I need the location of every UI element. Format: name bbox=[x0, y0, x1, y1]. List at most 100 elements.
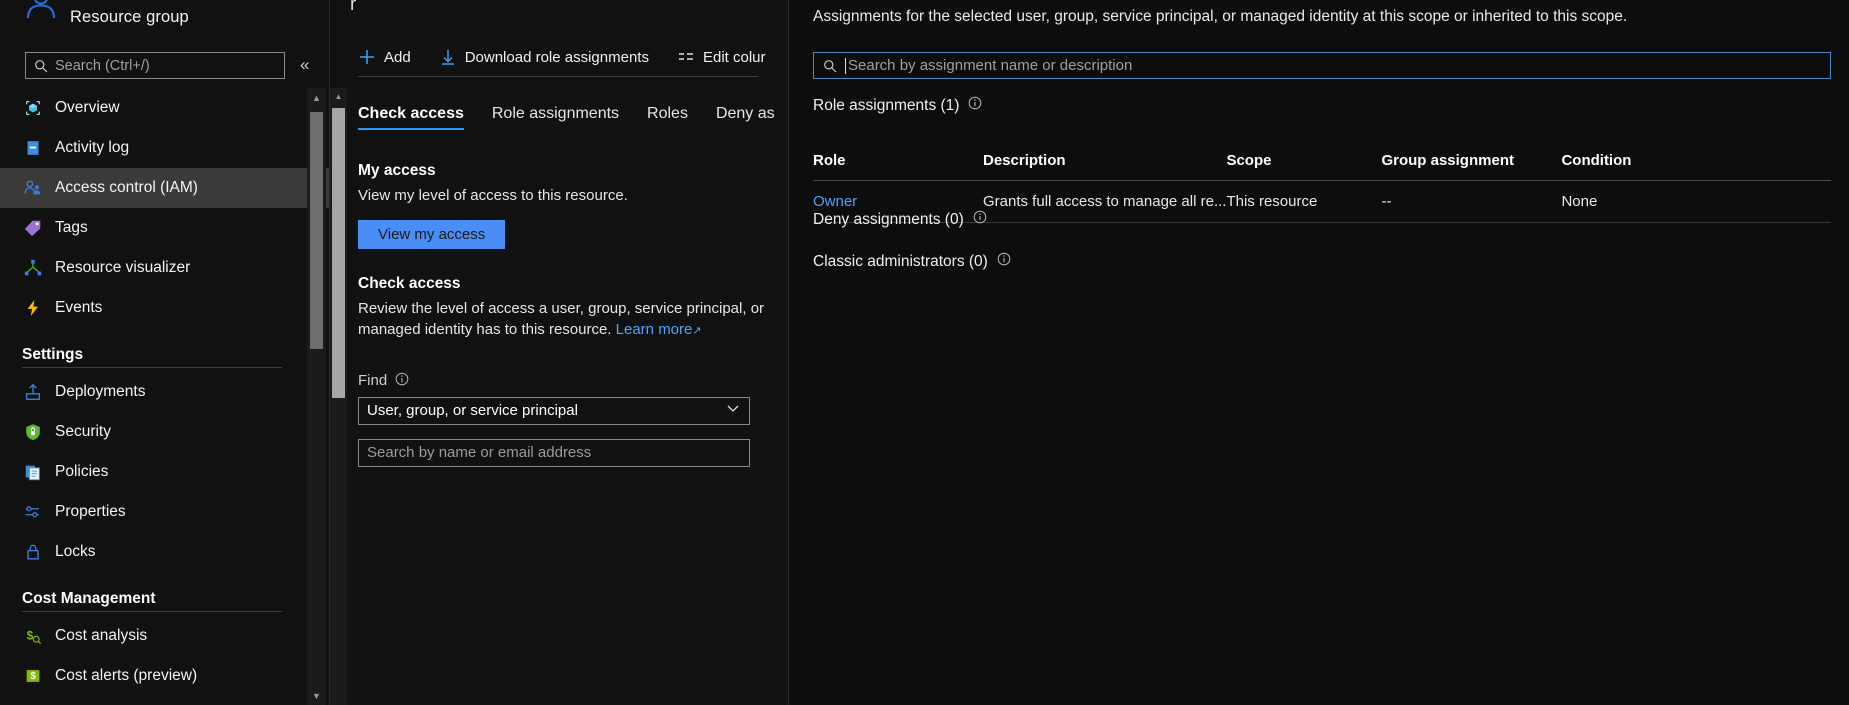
check-access-text-line2: managed identity has to this resource. bbox=[358, 320, 612, 338]
sidebar-item-label: Resource visualizer bbox=[55, 259, 191, 276]
info-icon[interactable] bbox=[973, 210, 987, 229]
my-access-title: My access bbox=[358, 162, 436, 179]
edit-columns-button[interactable]: Edit colur bbox=[677, 48, 766, 66]
sidebar-item-locks[interactable]: Locks bbox=[0, 532, 330, 572]
sidebar-item-cost-alerts-preview[interactable]: $ Cost alerts (preview) bbox=[0, 656, 330, 696]
cost-alerts-icon: $ bbox=[22, 665, 44, 687]
sidebar-item-deployments[interactable]: Deployments bbox=[0, 372, 330, 412]
sidebar-item-security[interactable]: Security bbox=[0, 412, 330, 452]
svg-text:$: $ bbox=[27, 629, 34, 643]
resource-type-label: Resource group bbox=[70, 8, 189, 26]
chevron-double-left-icon[interactable]: « bbox=[300, 56, 309, 73]
activity-log-icon bbox=[22, 137, 44, 159]
sidebar-scrollbar[interactable]: ▲ ▼ bbox=[307, 88, 326, 705]
info-icon[interactable] bbox=[968, 96, 982, 115]
learn-more-link[interactable]: Learn more bbox=[616, 321, 693, 338]
cell-group-assignment: -- bbox=[1381, 180, 1562, 223]
column-header-group-assignment[interactable]: Group assignment bbox=[1381, 152, 1562, 181]
sidebar-item-label: Tags bbox=[55, 219, 88, 236]
column-header-role[interactable]: Role bbox=[813, 152, 983, 181]
sidebar-item-tags[interactable]: Tags bbox=[0, 208, 330, 248]
deny-assignments-heading: Deny assignments (0) bbox=[813, 210, 964, 228]
assignment-search-placeholder: Search by assignment name or description bbox=[848, 57, 1133, 74]
tab-check-access[interactable]: Check access bbox=[358, 105, 464, 130]
sidebar-nav: Overview Activity log Access control (IAM)… bbox=[0, 88, 330, 705]
find-type-dropdown[interactable]: User, group, or service principal bbox=[358, 396, 750, 425]
sidebar-item-label: Deployments bbox=[55, 383, 146, 400]
sidebar-search-placeholder: Search (Ctrl+/) bbox=[55, 57, 150, 74]
command-toolbar: Add Download role assignments Edit colur bbox=[330, 42, 766, 72]
tab-deny-as[interactable]: Deny as bbox=[716, 105, 775, 130]
sidebar-item-label: Cost analysis bbox=[55, 627, 148, 644]
column-header-scope[interactable]: Scope bbox=[1226, 152, 1382, 181]
sidebar-item-overview[interactable]: Overview bbox=[0, 88, 330, 128]
sidebar-group-divider bbox=[22, 367, 282, 368]
role-assignments-heading: Role assignments (1) bbox=[813, 96, 960, 114]
tab-bar: Check access Role assignments Roles Deny as bbox=[330, 92, 775, 130]
assignment-search-input[interactable]: Search by assignment name or description bbox=[813, 52, 1831, 79]
overview-cube-icon bbox=[22, 97, 44, 119]
sidebar-group-divider bbox=[22, 611, 282, 612]
plus-icon bbox=[358, 48, 376, 66]
content-scroll-up-icon[interactable]: ▲ bbox=[330, 88, 347, 105]
add-button[interactable]: Add bbox=[358, 48, 411, 66]
properties-sliders-icon bbox=[22, 501, 44, 523]
sidebar-group-title: Cost Management bbox=[22, 590, 156, 607]
tab-label: Deny as bbox=[715, 105, 775, 122]
sidebar-item-events[interactable]: Events bbox=[0, 288, 330, 328]
cell-description: Grants full access to manage all re... bbox=[983, 180, 1227, 223]
cost-analysis-icon: $ bbox=[22, 625, 44, 647]
find-search-placeholder: Search by name or email address bbox=[367, 444, 592, 462]
check-access-title: Check access bbox=[358, 275, 461, 293]
edit-columns-icon bbox=[677, 48, 695, 66]
sidebar-item-resource-visualizer[interactable]: Resource visualizer bbox=[0, 248, 330, 288]
assignments-overlay-panel: Assignments for the selected user, group… bbox=[788, 0, 1849, 705]
sidebar-item-label: Activity log bbox=[55, 139, 130, 156]
tab-role-assignments[interactable]: Role assignments bbox=[492, 105, 619, 130]
cell-condition: None bbox=[1561, 180, 1831, 223]
sidebar-item-policies[interactable]: Policies bbox=[0, 452, 330, 492]
sidebar-scroll-thumb[interactable] bbox=[310, 112, 323, 349]
resource-group-icon bbox=[22, 0, 60, 26]
role-assignments-heading-row: Role assignments (1) bbox=[813, 96, 982, 115]
tab-roles[interactable]: Roles bbox=[647, 105, 688, 130]
info-icon[interactable] bbox=[395, 372, 409, 390]
tab-label: Check access bbox=[358, 105, 464, 122]
download-icon bbox=[439, 48, 457, 66]
breadcrumb-tail: r bbox=[350, 0, 357, 15]
sidebar-item-properties[interactable]: Properties bbox=[0, 492, 330, 532]
policies-documents-icon bbox=[22, 461, 44, 483]
azure-portal-screen: Resource group Search (Ctrl+/) « Overvie… bbox=[0, 0, 1849, 705]
my-access-text: View my level of access to this resource… bbox=[358, 187, 628, 204]
sidebar-item-label: Overview bbox=[55, 99, 120, 116]
deny-assignments-heading-row: Deny assignments (0) bbox=[813, 210, 987, 229]
external-link-icon: ↗ bbox=[692, 324, 702, 337]
sidebar-item-access-control-iam[interactable]: Access control (IAM) bbox=[0, 168, 330, 208]
overlay-description: Assignments for the selected user, group… bbox=[813, 8, 1628, 25]
find-search-input[interactable]: Search by name or email address bbox=[358, 438, 750, 467]
add-button-label: Add bbox=[384, 48, 411, 66]
check-access-text-line1: Review the level of access a user, group… bbox=[358, 300, 765, 318]
text-caret bbox=[845, 57, 846, 74]
info-icon[interactable] bbox=[997, 252, 1011, 271]
find-label-row: Find bbox=[358, 372, 788, 390]
download-role-assignments-label: Download role assignments bbox=[464, 48, 649, 66]
tab-label: Roles bbox=[647, 105, 688, 122]
sidebar-item-cost-analysis[interactable]: $ Cost analysis bbox=[0, 616, 330, 656]
scroll-up-arrow-icon[interactable]: ▲ bbox=[307, 88, 326, 107]
column-header-description[interactable]: Description bbox=[983, 152, 1227, 181]
sidebar-item-activity-log[interactable]: Activity log bbox=[0, 128, 330, 168]
download-role-assignments-button[interactable]: Download role assignments bbox=[439, 48, 649, 66]
view-my-access-button[interactable]: View my access bbox=[358, 220, 506, 250]
chevron-down-icon bbox=[725, 400, 741, 421]
tag-icon bbox=[22, 217, 44, 239]
sidebar-item-label: Policies bbox=[55, 463, 109, 480]
deployments-upload-icon bbox=[22, 381, 44, 403]
toolbar-divider bbox=[358, 76, 758, 77]
content-scroll-thumb[interactable] bbox=[332, 108, 345, 398]
sidebar-search-input[interactable]: Search (Ctrl+/) bbox=[25, 52, 285, 79]
content-scrollbar[interactable]: ▲ bbox=[330, 88, 347, 705]
column-header-condition[interactable]: Condition bbox=[1561, 152, 1831, 181]
scroll-down-arrow-icon[interactable]: ▼ bbox=[307, 686, 326, 705]
sidebar-item-label: Access control (IAM) bbox=[55, 179, 198, 196]
